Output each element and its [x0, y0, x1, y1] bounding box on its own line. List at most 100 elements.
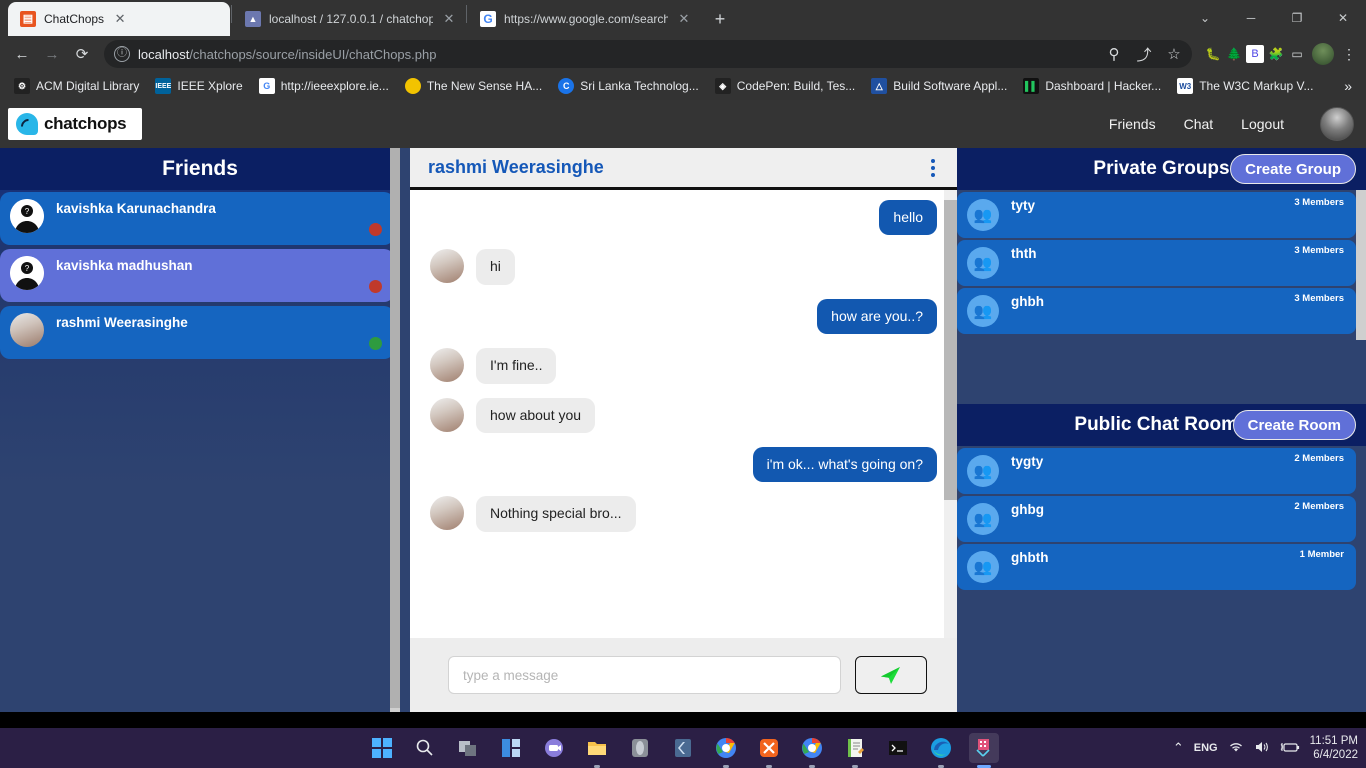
bookmark-item[interactable]: ◈ CodePen: Build, Tes... [709, 75, 862, 97]
edge-icon[interactable] [926, 733, 956, 768]
bookmark-item[interactable]: The New Sense HA... [399, 75, 548, 97]
site-info-icon[interactable]: ⓘ [114, 46, 130, 62]
widgets-icon[interactable] [496, 733, 526, 763]
bookmark-item[interactable]: △ Build Software Appl... [865, 75, 1013, 97]
search-icon[interactable] [410, 733, 440, 763]
wifi-icon[interactable] [1228, 740, 1244, 757]
tab-title: ChatChops [44, 12, 105, 26]
group-name: ghbh [1011, 294, 1044, 309]
browser-tab-google-search[interactable]: G https://www.google.com/search? ✕ [468, 2, 700, 36]
group-list-item[interactable]: 👥 thth 3 Members [957, 240, 1356, 286]
app-body: Friends ? kavishka Karunachandra ? kavis… [0, 148, 1366, 712]
group-list-item[interactable]: 👥 ghbh 3 Members [957, 288, 1356, 334]
share-icon[interactable]: ⤴ [1130, 40, 1158, 68]
teams-icon[interactable] [539, 733, 569, 763]
kebab-menu-icon[interactable] [927, 155, 939, 181]
friend-list-item[interactable]: ? kavishka madhushan [0, 249, 394, 302]
close-window-button[interactable]: ✕ [1320, 0, 1366, 36]
extension-tree-icon[interactable]: 🌲 [1225, 45, 1243, 63]
private-groups-scrollbar[interactable] [1356, 190, 1366, 340]
snipping-tool-icon[interactable] [969, 733, 999, 768]
browser-menu-icon[interactable]: ⋮ [1340, 45, 1358, 63]
reload-icon[interactable]: ⟳ [68, 40, 96, 68]
zoom-search-icon[interactable]: ⚲ [1100, 40, 1128, 68]
bookmark-item[interactable]: C Sri Lanka Technolog... [552, 75, 705, 97]
chrome-icon[interactable] [711, 733, 741, 768]
friend-list-item[interactable]: rashmi Weerasinghe [0, 306, 394, 359]
clock[interactable]: 11:51 PM 6/4/2022 [1310, 734, 1358, 762]
chat-scrollbar-thumb[interactable] [944, 200, 957, 500]
windows-taskbar: ⌃ ENG 11:51 PM 6/4/2022 [0, 728, 1366, 768]
extension-b-icon[interactable]: B [1246, 45, 1264, 63]
bookmark-item[interactable]: ⚙ ACM Digital Library [8, 75, 145, 97]
bookmark-item[interactable]: W3 The W3C Markup V... [1171, 75, 1319, 97]
tab-close-button[interactable]: ✕ [441, 11, 457, 27]
bookmarks-overflow-icon[interactable]: » [1338, 78, 1358, 94]
avatar: ? [10, 199, 44, 233]
browser-tab-chatchops[interactable]: ▤ ChatChops ✕ [8, 2, 230, 36]
room-list-item[interactable]: 👥 ghbg 2 Members [957, 496, 1356, 542]
message-input[interactable] [448, 656, 841, 694]
vs-code-icon[interactable] [668, 733, 698, 763]
message-bubble: how are you..? [817, 298, 937, 335]
avatar[interactable] [1320, 107, 1354, 141]
bookmark-item[interactable]: Ghttp://ieeexplore.ie... [253, 75, 395, 97]
yellow-circle-icon [404, 78, 421, 94]
new-tab-button[interactable]: + [706, 5, 734, 33]
address-bar[interactable]: ⓘ localhost/chatchops/source/insideUI/ch… [104, 40, 1192, 68]
svg-text:?: ? [25, 207, 30, 216]
room-member-count: 2 Members [1294, 453, 1344, 464]
send-paper-plane-icon [881, 667, 900, 684]
browser-profile-avatar[interactable] [1312, 43, 1334, 65]
xampp-icon[interactable] [754, 733, 784, 768]
nav-link-friends[interactable]: Friends [1109, 116, 1156, 132]
message-bubble: hello [879, 200, 937, 236]
chat-scrollbar[interactable] [944, 190, 957, 638]
app-logo[interactable]: chatchops [8, 108, 143, 140]
sidepanel-icon[interactable]: ▭ [1288, 45, 1306, 63]
friend-list-item[interactable]: ? kavishka Karunachandra [0, 192, 394, 245]
tray-overflow-icon[interactable]: ⌃ [1173, 740, 1184, 756]
bookmark-item[interactable]: ▌▌ Dashboard | Hacker... [1017, 75, 1167, 97]
start-icon[interactable] [367, 733, 397, 763]
tab-close-button[interactable]: ✕ [112, 11, 128, 27]
screen-gap [0, 712, 1366, 728]
create-group-button[interactable]: Create Group [1230, 154, 1356, 184]
url-path: /chatchops/source/insideUI/chatChops.php [189, 46, 437, 62]
bookmark-star-icon[interactable]: ☆ [1160, 40, 1188, 68]
nav-link-chat[interactable]: Chat [1184, 116, 1214, 132]
tab-strip: ▤ ChatChops ✕ ▲ localhost / 127.0.0.1 / … [0, 0, 1366, 36]
extension-bug-icon[interactable]: 🐛 [1204, 45, 1222, 63]
friends-scrollbar-thumb[interactable] [390, 148, 400, 708]
system-tray: ⌃ ENG 11:51 PM 6/4/2022 [1173, 734, 1358, 762]
room-list-item[interactable]: 👥 tygty 2 Members [957, 448, 1356, 494]
friends-scrollbar[interactable] [390, 148, 400, 712]
forward-icon[interactable]: → [38, 40, 66, 68]
nav-link-logout[interactable]: Logout [1241, 116, 1284, 132]
notepad-icon[interactable] [840, 733, 870, 768]
back-icon[interactable]: ← [8, 40, 36, 68]
opera-icon[interactable] [625, 733, 655, 763]
minimize-button[interactable]: ─ [1228, 0, 1274, 36]
send-button[interactable] [855, 656, 927, 694]
chrome-icon-2[interactable] [797, 733, 827, 768]
file-explorer-icon[interactable] [582, 733, 612, 768]
speaker-icon[interactable] [1254, 740, 1270, 757]
extension-puzzle-icon[interactable]: 🧩 [1267, 45, 1285, 63]
message-list: hello hi how are you..? I'm fine.. how a… [410, 190, 957, 638]
room-list-item[interactable]: 👥 ghbth 1 Member [957, 544, 1356, 590]
tab-search-icon[interactable]: ⌄ [1182, 0, 1228, 36]
group-list-item[interactable]: 👥 tyty 3 Members [957, 192, 1356, 238]
tab-close-button[interactable]: ✕ [676, 11, 692, 27]
browser-tab-phpmyadmin[interactable]: ▲ localhost / 127.0.0.1 / chatchops ✕ [233, 2, 465, 36]
create-room-button[interactable]: Create Room [1232, 410, 1356, 440]
group-people-icon: 👥 [967, 503, 999, 535]
message-composer [410, 638, 957, 712]
command-prompt-icon[interactable] [883, 733, 913, 763]
bookmark-item[interactable]: IEEE IEEE Xplore [149, 75, 248, 97]
maximize-button[interactable]: ❐ [1274, 0, 1320, 36]
language-indicator[interactable]: ENG [1194, 742, 1218, 754]
task-view-icon[interactable] [453, 733, 483, 763]
bookmark-label: ACM Digital Library [36, 79, 140, 93]
battery-icon[interactable] [1280, 740, 1300, 757]
